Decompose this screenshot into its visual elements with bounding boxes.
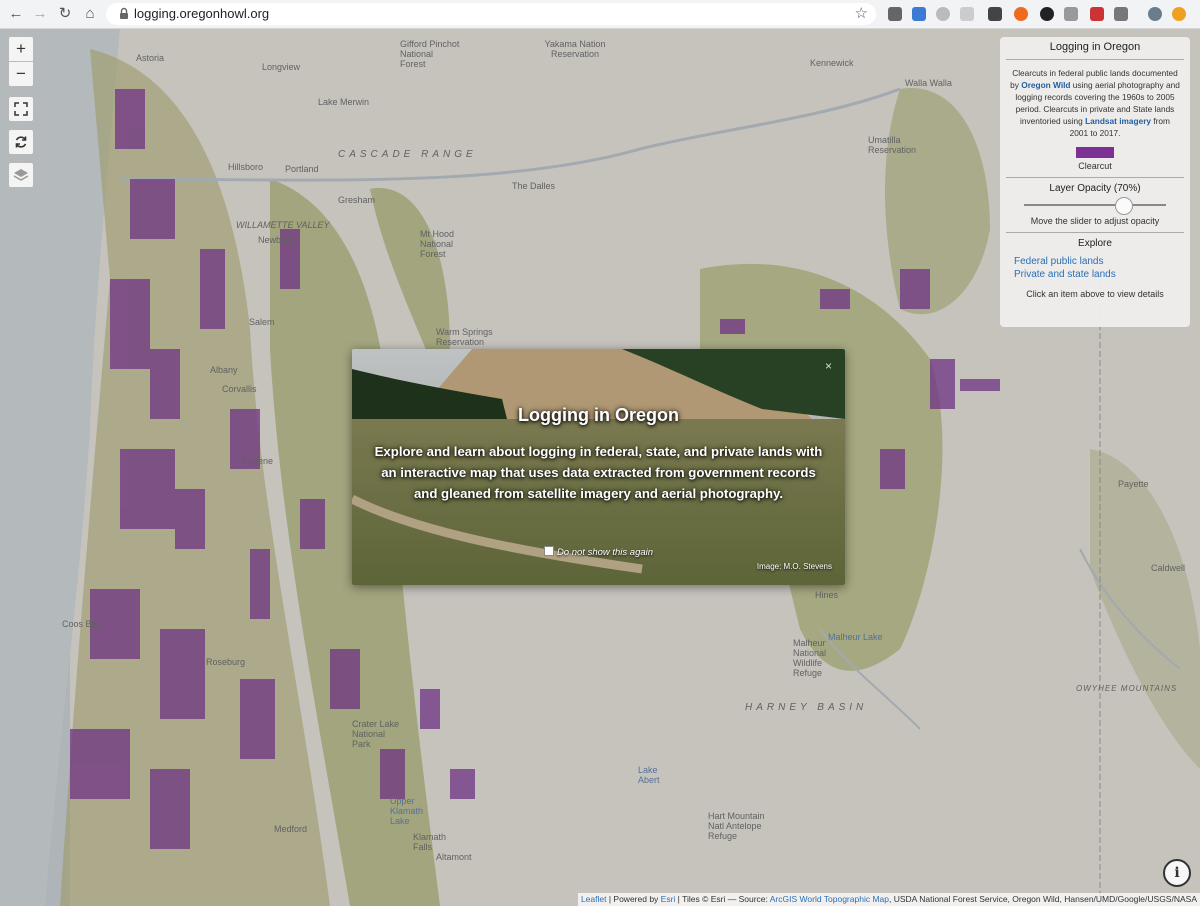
dont-show-checkbox[interactable] xyxy=(543,546,554,556)
extension-icon-3[interactable] xyxy=(936,7,950,21)
layers-button[interactable] xyxy=(9,163,33,187)
explore-hint: Click an item above to view details xyxy=(1026,289,1164,299)
refresh-button[interactable] xyxy=(9,130,33,154)
extension-icon-9[interactable] xyxy=(1090,7,1104,21)
dont-show-label: Do not show this again xyxy=(556,547,654,558)
opacity-hint: Move the slider to adjust opacity xyxy=(1030,216,1160,226)
forward-arrow-icon[interactable]: → xyxy=(30,4,50,24)
clearcut-legend-swatch xyxy=(1076,147,1114,158)
profile-avatar[interactable] xyxy=(1148,7,1162,21)
reload-icon[interactable]: ↻ xyxy=(55,4,75,24)
opacity-section: Layer Opacity (70%) Move the slider to a… xyxy=(1006,177,1184,226)
extension-icon-5[interactable] xyxy=(988,7,1002,21)
zoom-control: + − xyxy=(8,36,34,87)
extension-icon-4[interactable] xyxy=(960,7,974,21)
info-panel: Logging in Oregon Clearcuts in federal p… xyxy=(1000,37,1190,327)
fullscreen-button[interactable] xyxy=(9,97,33,121)
modal-close-button[interactable]: × xyxy=(825,359,832,373)
refresh-icon xyxy=(15,136,27,148)
refresh-control xyxy=(8,129,34,155)
image-credit: Image: M.O. Stevens xyxy=(756,562,832,571)
github-icon[interactable] xyxy=(1040,7,1054,21)
extension-icon-2[interactable] xyxy=(912,7,926,21)
address-bar[interactable]: logging.oregonhowl.org ☆ xyxy=(106,3,876,25)
attr-text: | Tiles © Esri — Source: xyxy=(675,894,770,904)
fullscreen-control xyxy=(8,96,34,122)
back-arrow-icon[interactable]: ← xyxy=(6,4,26,24)
intro-modal: × Logging in Oregon Explore and learn ab… xyxy=(352,349,845,585)
extension-icon-6[interactable] xyxy=(1014,7,1028,21)
explore-section: Explore Federal public lands Private and… xyxy=(1006,232,1184,299)
legend-label: Clearcut xyxy=(1078,161,1112,171)
panel-title: Logging in Oregon xyxy=(1006,37,1184,60)
home-icon[interactable]: ⌂ xyxy=(80,4,100,24)
update-icon[interactable] xyxy=(1172,7,1186,21)
zoom-out-button[interactable]: − xyxy=(9,61,33,86)
explore-title: Explore xyxy=(1078,238,1112,249)
cast-icon[interactable] xyxy=(1064,7,1078,21)
mail-icon[interactable] xyxy=(1114,7,1128,21)
info-button[interactable]: i xyxy=(1163,859,1191,887)
url-text: logging.oregonhowl.org xyxy=(134,6,270,21)
modal-title: Logging in Oregon xyxy=(518,405,679,425)
arcgis-source-link[interactable]: ArcGIS World Topographic Map xyxy=(770,894,889,904)
shield-extension-icon[interactable] xyxy=(888,7,902,21)
dont-show-again-row[interactable]: Do not show this again xyxy=(352,546,845,558)
lock-icon xyxy=(120,7,128,19)
landsat-link[interactable]: Landsat imagery xyxy=(1085,116,1151,126)
browser-toolbar: ← → ↻ ⌂ logging.oregonhowl.org ☆ xyxy=(0,0,1200,29)
map-attribution: Leaflet | Powered by Esri | Tiles © Esri… xyxy=(577,893,1200,906)
fullscreen-icon xyxy=(14,102,28,116)
zoom-in-button[interactable]: + xyxy=(9,37,33,61)
panel-description: Clearcuts in federal public lands docume… xyxy=(1000,60,1190,139)
map-view[interactable]: Astoria Longview Gifford Pinchot Nationa… xyxy=(0,29,1200,906)
slider-track xyxy=(1024,204,1166,206)
oregon-wild-link[interactable]: Oregon Wild xyxy=(1021,80,1070,90)
opacity-title: Layer Opacity (70%) xyxy=(1049,183,1141,194)
opacity-slider[interactable] xyxy=(1018,197,1172,215)
modal-body-text: Explore and learn about logging in feder… xyxy=(374,444,823,501)
leaflet-link[interactable]: Leaflet xyxy=(581,894,607,904)
explore-federal-link[interactable]: Federal public lands xyxy=(1014,255,1176,268)
slider-knob[interactable] xyxy=(1114,197,1133,215)
esri-link[interactable]: Esri xyxy=(661,894,676,904)
explore-private-link[interactable]: Private and state lands xyxy=(1014,268,1176,281)
bookmark-star-icon[interactable]: ☆ xyxy=(855,4,868,22)
layers-icon xyxy=(13,169,29,181)
attr-text: | Powered by xyxy=(606,894,661,904)
attr-text: , USDA National Forest Service, Oregon W… xyxy=(888,894,1197,904)
layers-control xyxy=(8,162,34,188)
